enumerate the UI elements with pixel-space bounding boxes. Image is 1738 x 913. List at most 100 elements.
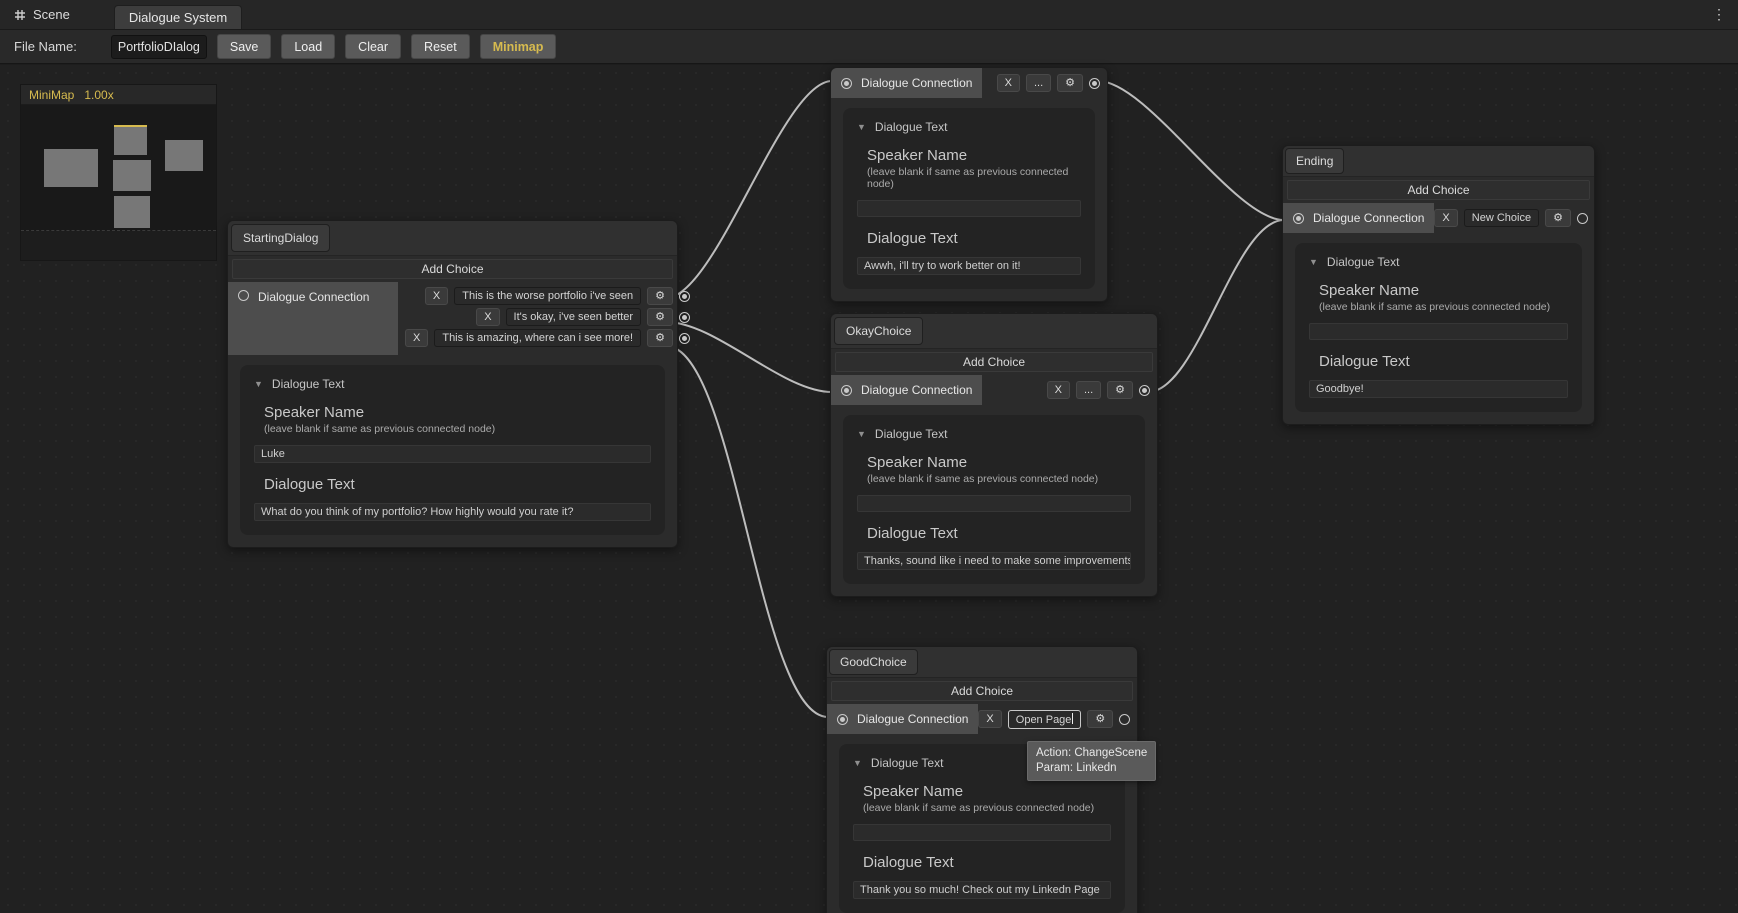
dialogue-text-input[interactable]: Goodbye!: [1309, 380, 1568, 398]
delete-connection-button[interactable]: X: [1047, 381, 1070, 399]
minimap-zoom-level: 1.00x: [84, 88, 113, 102]
tab-dialogue-system[interactable]: Dialogue System: [114, 5, 242, 29]
dialogue-text-input[interactable]: Awwh, i'll try to work better on it!: [857, 257, 1081, 275]
output-port[interactable]: [1139, 385, 1150, 396]
choice-text-input[interactable]: It's okay, i've seen better: [506, 308, 642, 326]
more-button[interactable]: ...: [1076, 381, 1101, 399]
choice-settings-button[interactable]: ⚙: [647, 308, 673, 326]
node-okay-choice[interactable]: OkayChoice Add Choice Dialogue Connectio…: [830, 313, 1158, 597]
node-title-input[interactable]: Ending: [1285, 148, 1344, 174]
delete-connection-button[interactable]: X: [1434, 209, 1457, 227]
toolbar: File Name: PortfolioDIalog Save Load Cle…: [0, 30, 1738, 64]
input-port[interactable]: [841, 385, 852, 396]
dialogue-text-foldout[interactable]: ▼ Dialogue Text: [857, 427, 1131, 441]
node-title-input[interactable]: StartingDialog: [231, 224, 330, 252]
output-port[interactable]: [679, 312, 690, 323]
input-port[interactable]: [841, 78, 852, 89]
row-controls: X Open Page ⚙: [978, 710, 1137, 729]
delete-choice-button[interactable]: X: [405, 329, 428, 347]
connection-row: Dialogue Connection X Open Page ⚙: [827, 704, 1137, 734]
delete-choice-button[interactable]: X: [425, 287, 448, 305]
node-body: ▼ Dialogue Text Speaker Name (leave blan…: [843, 108, 1095, 289]
minimap-viewport[interactable]: [21, 105, 216, 260]
speaker-name-input[interactable]: [1309, 323, 1568, 340]
dialogue-text-input[interactable]: Thanks, sound like i need to make some i…: [857, 552, 1131, 570]
node-title-row: Ending: [1283, 146, 1594, 177]
delete-choice-button[interactable]: X: [476, 308, 499, 326]
node-ending[interactable]: Ending Add Choice Dialogue Connection X …: [1282, 145, 1595, 425]
connection-label: Dialogue Connection: [861, 76, 972, 90]
node-title-input[interactable]: OkayChoice: [834, 317, 923, 345]
edge-response-to-ending[interactable]: [1098, 81, 1284, 220]
edge-start-to-response[interactable]: [666, 81, 832, 298]
choice-text-input[interactable]: This is the worse portfolio i've seen: [454, 287, 641, 305]
clear-button[interactable]: Clear: [345, 34, 401, 59]
foldout-label: Dialogue Text: [875, 120, 948, 134]
choice-settings-button[interactable]: ⚙: [647, 287, 673, 305]
node-title-row: StartingDialog: [228, 221, 677, 256]
minimap-node: [113, 160, 151, 191]
foldout-label: Dialogue Text: [1327, 255, 1400, 269]
file-name-input[interactable]: PortfolioDIalog: [111, 35, 207, 59]
add-choice-button[interactable]: Add Choice: [232, 259, 673, 279]
tooltip-param-line: Param: Linkedn: [1036, 761, 1147, 776]
delete-connection-button[interactable]: X: [997, 74, 1020, 92]
gear-icon: ⚙: [1115, 384, 1125, 396]
action-tooltip: Action: ChangeScene Param: Linkedn: [1027, 741, 1156, 781]
connection-label: Dialogue Connection: [861, 383, 972, 397]
node-starting-dialog[interactable]: StartingDialog Add Choice Dialogue Conne…: [227, 220, 678, 548]
speaker-name-input[interactable]: [857, 495, 1131, 512]
dialogue-text-input[interactable]: What do you think of my portfolio? How h…: [254, 503, 651, 521]
dialogue-text-foldout[interactable]: ▼ Dialogue Text: [1309, 255, 1568, 269]
node-bad-response[interactable]: Dialogue Connection X ... ⚙ ▼ Dialogue T…: [830, 67, 1108, 302]
tooltip-action-line: Action: ChangeScene: [1036, 746, 1147, 761]
dialogue-text-foldout[interactable]: ▼ Dialogue Text: [857, 120, 1081, 134]
output-port[interactable]: [679, 291, 690, 302]
minimap-node: [165, 140, 203, 171]
choice-text-input[interactable]: This is amazing, where can i see more!: [434, 329, 641, 347]
minimap-toggle-button[interactable]: Minimap: [480, 34, 557, 59]
settings-button[interactable]: ⚙: [1545, 209, 1571, 227]
file-name-label: File Name:: [14, 39, 77, 54]
load-button[interactable]: Load: [281, 34, 335, 59]
add-choice-button[interactable]: Add Choice: [835, 352, 1153, 372]
connection-label: Dialogue Connection: [1313, 211, 1424, 225]
edge-start-to-good[interactable]: [666, 346, 828, 717]
graph-canvas[interactable]: MiniMap 1.00x StartingDialog Add Choice: [0, 65, 1738, 913]
output-port[interactable]: [1119, 714, 1130, 725]
dialogue-text-input[interactable]: Thank you so much! Check out my Linkedn …: [853, 881, 1111, 899]
node-title-input[interactable]: GoodChoice: [829, 649, 918, 675]
kebab-menu-icon[interactable]: ⋮: [1712, 6, 1738, 23]
connection-row: Dialogue Connection X ... ⚙: [831, 375, 1157, 405]
output-port[interactable]: [1089, 78, 1100, 89]
scene-tab[interactable]: Scene: [0, 7, 84, 22]
input-port-group: Dialogue Connection: [831, 68, 982, 98]
more-button[interactable]: ...: [1026, 74, 1051, 92]
reset-button[interactable]: Reset: [411, 34, 470, 59]
foldout-label: Dialogue Text: [875, 427, 948, 441]
save-button[interactable]: Save: [217, 34, 272, 59]
speaker-name-input[interactable]: [853, 824, 1111, 841]
speaker-name-input[interactable]: Luke: [254, 445, 651, 463]
connection-section: Dialogue Connection X This is the worse …: [228, 282, 677, 355]
input-port[interactable]: [238, 290, 249, 301]
input-port[interactable]: [837, 714, 848, 725]
add-choice-button[interactable]: Add Choice: [831, 681, 1133, 701]
choice-text-input-focused[interactable]: Open Page: [1008, 710, 1082, 729]
dialogue-text-heading: Dialogue Text: [254, 476, 651, 493]
edge-okay-to-ending[interactable]: [1148, 220, 1284, 392]
choice-row: X It's okay, i've seen better ⚙: [476, 308, 690, 326]
minimap-panel[interactable]: MiniMap 1.00x: [20, 84, 217, 261]
settings-button[interactable]: ⚙: [1107, 381, 1133, 399]
add-choice-button[interactable]: Add Choice: [1287, 180, 1590, 200]
dialogue-text-foldout[interactable]: ▼ Dialogue Text: [254, 377, 651, 391]
settings-button[interactable]: ⚙: [1057, 74, 1083, 92]
speaker-name-input[interactable]: [857, 200, 1081, 217]
output-port[interactable]: [1577, 213, 1588, 224]
input-port[interactable]: [1293, 213, 1304, 224]
choice-text-input[interactable]: New Choice: [1464, 209, 1539, 227]
settings-button[interactable]: ⚙: [1087, 710, 1113, 728]
delete-connection-button[interactable]: X: [978, 710, 1001, 728]
choice-settings-button[interactable]: ⚙: [647, 329, 673, 347]
output-port[interactable]: [679, 333, 690, 344]
